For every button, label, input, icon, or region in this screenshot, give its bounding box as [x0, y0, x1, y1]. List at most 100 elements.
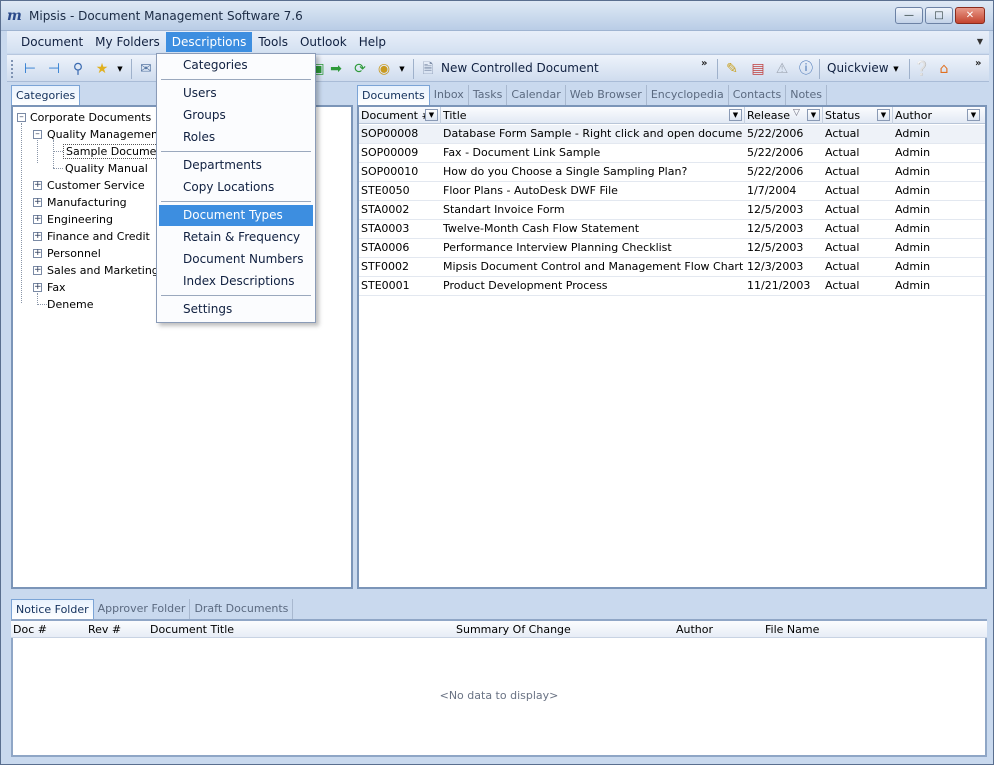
table-row[interactable]: STF0002 Mipsis Document Control and Manag… [359, 258, 985, 277]
toolbar-grip[interactable] [11, 60, 14, 78]
favorites-star-icon[interactable]: ★ [93, 60, 111, 78]
expand-icon[interactable]: + [33, 266, 42, 275]
table-row[interactable]: STA0006 Performance Interview Planning Ch… [359, 239, 985, 258]
tree-node-finance-and-credit[interactable]: Finance and Credit [47, 228, 150, 245]
table-row[interactable]: SOP00010 How do you Choose a Single Sampl… [359, 163, 985, 182]
expand-icon[interactable]: + [33, 283, 42, 292]
table-row[interactable]: STE0001 Product Development Process 11/21/… [359, 277, 985, 296]
toolbar-overflow-icon[interactable]: » [975, 58, 981, 69]
tree-add-icon[interactable]: ⊢ [21, 60, 39, 78]
expand-icon[interactable]: + [33, 232, 42, 241]
minimize-button[interactable]: — [895, 7, 923, 24]
quickview-dropdown-icon[interactable]: ▼ [887, 60, 905, 78]
tab-web-browser[interactable]: Web Browser [566, 85, 647, 105]
toolbar-overflow-icon[interactable]: » [701, 58, 707, 69]
column-header-file-name[interactable]: File Name [765, 621, 819, 638]
refresh-icon[interactable]: ⟳ [351, 60, 369, 78]
menu-item-roles[interactable]: Roles [159, 127, 313, 148]
table-row[interactable]: STA0003 Twelve-Month Cash Flow Statement 1… [359, 220, 985, 239]
column-header-doc-number[interactable]: Doc # [13, 621, 47, 638]
tab-contacts[interactable]: Contacts [729, 85, 787, 105]
menu-item-copy-locations[interactable]: Copy Locations [159, 177, 313, 198]
menu-outlook[interactable]: Outlook [294, 32, 353, 52]
home-icon[interactable]: ⌂ [935, 60, 953, 78]
menu-item-retain-frequency[interactable]: Retain & Frequency [159, 227, 313, 248]
tab-inbox[interactable]: Inbox [430, 85, 469, 105]
menu-item-document-types[interactable]: Document Types [159, 205, 313, 226]
column-filter-icon[interactable]: ▼ [877, 109, 890, 121]
expand-icon[interactable]: + [33, 198, 42, 207]
tree-node-customer-service[interactable]: Customer Service [47, 177, 145, 194]
tab-encyclopedia[interactable]: Encyclopedia [647, 85, 729, 105]
close-button[interactable]: ✕ [955, 7, 985, 24]
collapse-icon[interactable]: – [17, 113, 26, 122]
maximize-button[interactable]: □ [925, 7, 953, 24]
column-header-rev-number[interactable]: Rev # [88, 621, 121, 638]
menu-item-settings[interactable]: Settings [159, 299, 313, 320]
tree-node-manufacturing[interactable]: Manufacturing [47, 194, 127, 211]
forward-icon[interactable]: ➡ [327, 60, 345, 78]
expand-icon[interactable]: + [33, 215, 42, 224]
column-filter-icon[interactable]: ▼ [807, 109, 820, 121]
menu-tools[interactable]: Tools [252, 32, 294, 52]
tree-node-fax[interactable]: Fax [47, 279, 66, 296]
tree-node-engineering[interactable]: Engineering [47, 211, 113, 228]
column-header-author[interactable]: Author [676, 621, 713, 638]
tree-node-deneme[interactable]: Deneme [47, 296, 93, 313]
quickview-button[interactable]: Quickview [827, 61, 889, 75]
table-row[interactable]: SOP00008 Database Form Sample - Right cli… [359, 125, 985, 144]
table-row[interactable]: SOP00009 Fax - Document Link Sample 5/22/2… [359, 144, 985, 163]
table-row[interactable]: STA0002 Standart Invoice Form 12/5/2003 Act… [359, 201, 985, 220]
menu-item-categories[interactable]: Categories [159, 55, 313, 76]
menu-descriptions[interactable]: Descriptions [165, 32, 253, 52]
menu-item-users[interactable]: Users [159, 83, 313, 104]
column-filter-icon[interactable]: ▼ [967, 109, 980, 121]
tab-notice-folder[interactable]: Notice Folder [11, 599, 94, 619]
tab-tasks[interactable]: Tasks [469, 85, 508, 105]
table-cell: 1/7/2004 [747, 184, 797, 197]
tree-node-quality-manual[interactable]: Quality Manual [65, 160, 148, 177]
lock-icon[interactable]: ◉ [375, 60, 393, 78]
tab-approver-folder[interactable]: Approver Folder [94, 599, 191, 619]
tree-node-corporate-documents[interactable]: Corporate Documents [30, 109, 151, 126]
tab-documents[interactable]: Documents [357, 85, 430, 105]
tab-categories[interactable]: Categories [11, 85, 81, 105]
menu-item-departments[interactable]: Departments [159, 155, 313, 176]
column-header-title[interactable]: Title [441, 107, 745, 124]
menu-separator [161, 295, 311, 296]
tab-draft-documents[interactable]: Draft Documents [190, 599, 294, 619]
info-icon[interactable]: ⓘ [797, 60, 815, 78]
title-bar[interactable]: m Mipsis - Document Management Software … [1, 1, 993, 31]
tree-edit-icon[interactable]: ⊣ [45, 60, 63, 78]
expand-icon[interactable]: + [33, 249, 42, 258]
column-header-document-title[interactable]: Document Title [150, 621, 234, 638]
column-filter-icon[interactable]: ▼ [729, 109, 742, 121]
edit-document-icon[interactable]: ✎ [723, 60, 741, 78]
warning-icon[interactable]: ⚠ [773, 60, 791, 78]
tree-node-quality-management[interactable]: Quality Management [47, 126, 162, 143]
favorites-dropdown-icon[interactable]: ▼ [111, 60, 129, 78]
search-icon[interactable]: ⚲ [69, 60, 87, 78]
column-filter-icon[interactable]: ▼ [425, 109, 438, 121]
mail-icon[interactable]: ✉ [137, 60, 155, 78]
menu-item-groups[interactable]: Groups [159, 105, 313, 126]
tree-node-sales-and-marketing[interactable]: Sales and Marketing [47, 262, 159, 279]
collapse-icon[interactable]: – [33, 130, 42, 139]
menubar-chevron-icon[interactable]: ▼ [977, 37, 983, 46]
menu-my-folders[interactable]: My Folders [89, 32, 166, 52]
menu-item-index-descriptions[interactable]: Index Descriptions [159, 271, 313, 292]
tab-notes[interactable]: Notes [786, 85, 827, 105]
expand-icon[interactable]: + [33, 181, 42, 190]
menu-document[interactable]: Document [15, 32, 89, 52]
lock-dropdown-icon[interactable]: ▼ [393, 60, 411, 78]
column-header-summary-of-change[interactable]: Summary Of Change [456, 621, 571, 638]
menu-item-document-numbers[interactable]: Document Numbers [159, 249, 313, 270]
help-icon[interactable]: ❔ [913, 60, 931, 78]
tree-node-personnel[interactable]: Personnel [47, 245, 101, 262]
new-document-icon[interactable]: 🗎 [419, 60, 437, 78]
report-icon[interactable]: ▤ [749, 60, 767, 78]
table-row[interactable]: STE0050 Floor Plans - AutoDesk DWF File 1/… [359, 182, 985, 201]
tab-calendar[interactable]: Calendar [507, 85, 566, 105]
new-controlled-document-button[interactable]: New Controlled Document [441, 61, 599, 75]
menu-help[interactable]: Help [353, 32, 392, 52]
